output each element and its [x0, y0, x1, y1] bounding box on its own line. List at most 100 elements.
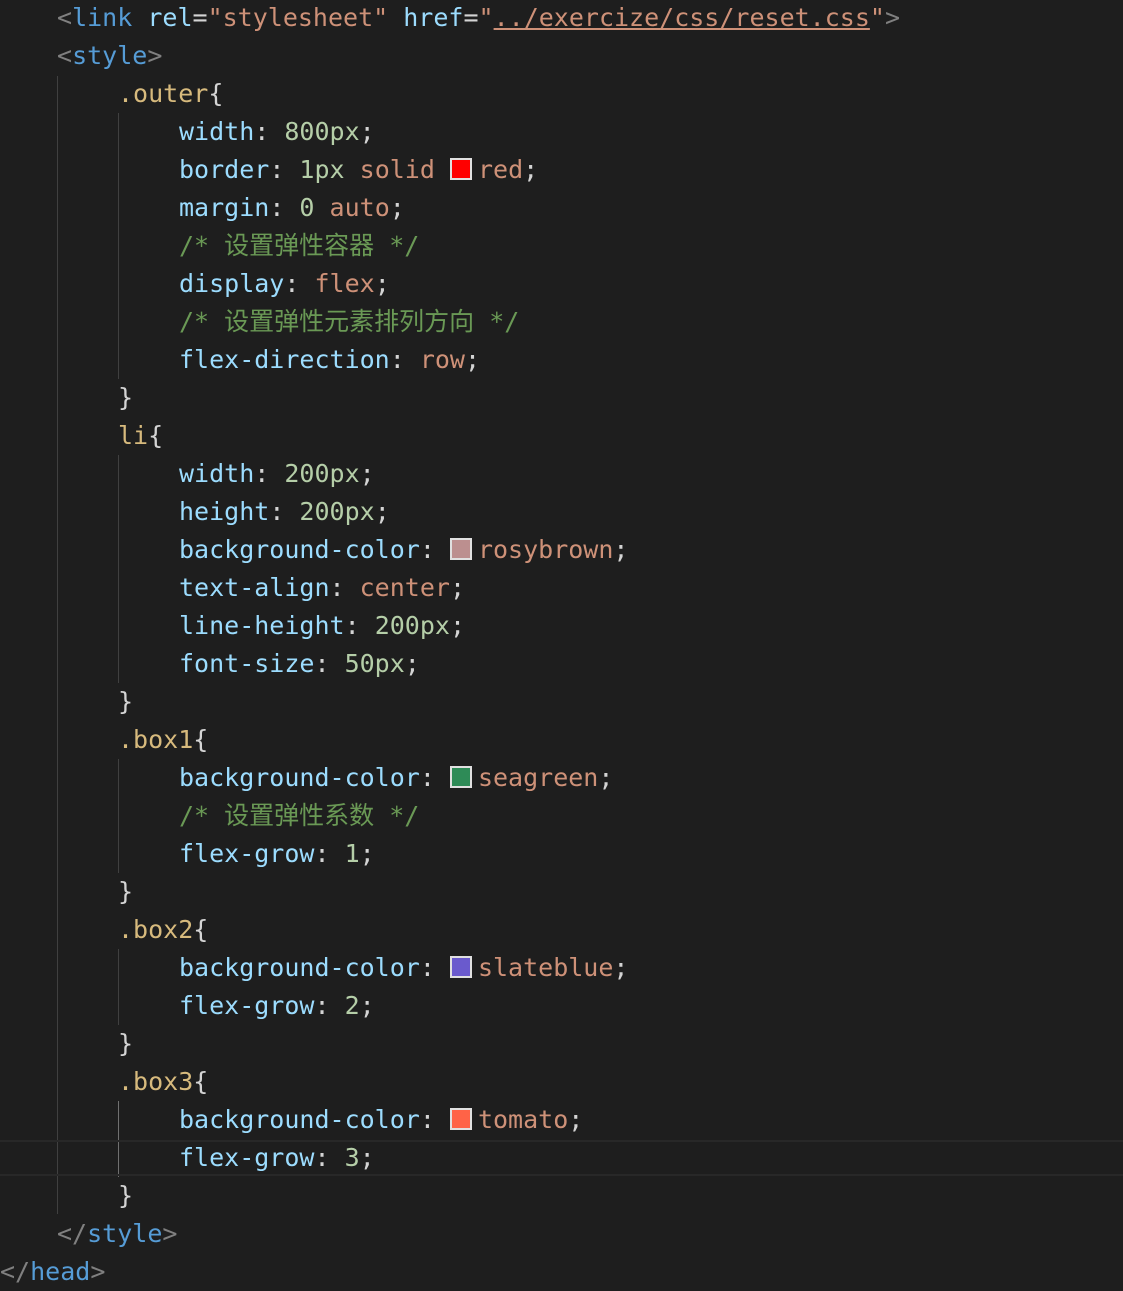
code-line[interactable]: flex-grow: 3;: [0, 1139, 1123, 1177]
code-line[interactable]: font-size: 50px;: [0, 645, 1123, 683]
code-line[interactable]: display: flex;: [0, 265, 1123, 303]
code-line[interactable]: }: [0, 1025, 1123, 1063]
code-line[interactable]: }: [0, 873, 1123, 911]
code-token: rosybrown: [477, 535, 614, 564]
code-line[interactable]: width: 200px;: [0, 455, 1123, 493]
code-token: >: [884, 3, 901, 32]
code-token: display: [179, 269, 285, 298]
code-token: width: [179, 459, 255, 488]
code-line[interactable]: }: [0, 683, 1123, 721]
code-token: seagreen: [477, 763, 599, 792]
code-line[interactable]: /* 设置弹性元素排列方向 */: [0, 303, 1123, 341]
code-line[interactable]: }: [0, 1177, 1123, 1215]
code-line[interactable]: border: 1px solid red;: [0, 151, 1123, 189]
code-line[interactable]: background-color: rosybrown;: [0, 531, 1123, 569]
code-line[interactable]: height: 200px;: [0, 493, 1123, 531]
code-token: ;: [613, 953, 629, 982]
code-token: ;: [449, 611, 466, 640]
code-token: :: [314, 1143, 345, 1172]
code-token: style: [87, 1219, 163, 1248]
code-token: red: [477, 155, 524, 184]
code-token: :: [269, 497, 300, 526]
code-token: :: [254, 459, 285, 488]
code-line[interactable]: background-color: seagreen;: [0, 759, 1123, 797]
code-token: :: [329, 573, 360, 602]
color-swatch[interactable]: [449, 766, 472, 788]
code-line[interactable]: li{: [0, 417, 1123, 455]
code-token: 50px: [344, 649, 405, 678]
code-token: ;: [404, 649, 420, 678]
code-line[interactable]: flex-grow: 1;: [0, 835, 1123, 873]
code-token: font-size: [179, 649, 315, 678]
code-token: slateblue: [477, 953, 614, 982]
code-line[interactable]: </style>: [0, 1215, 1123, 1253]
code-token: flex: [314, 269, 375, 298]
code-token: }: [118, 383, 134, 412]
code-line[interactable]: flex-direction: row;: [0, 341, 1123, 379]
code-token: li: [118, 421, 149, 450]
code-line[interactable]: <style>: [0, 37, 1123, 75]
code-token: ;: [464, 345, 481, 374]
code-token: 3: [344, 1143, 360, 1172]
code-token: style: [72, 41, 148, 70]
code-token: :: [344, 611, 375, 640]
code-token: }: [118, 1181, 134, 1210]
code-token: ;: [359, 459, 375, 488]
code-token: <: [57, 3, 73, 32]
code-token: :: [419, 953, 450, 982]
code-token: :: [284, 269, 315, 298]
code-token: flex-grow: [179, 839, 315, 868]
code-token: 200px: [299, 497, 375, 526]
code-token: flex-direction: [179, 345, 390, 374]
code-token: flex-grow: [179, 991, 315, 1020]
code-line[interactable]: background-color: slateblue;: [0, 949, 1123, 987]
code-token: :: [419, 1105, 450, 1134]
code-line[interactable]: flex-grow: 2;: [0, 987, 1123, 1025]
code-token: ;: [374, 269, 390, 298]
code-line[interactable]: </head>: [0, 1253, 1123, 1291]
code-token: center: [359, 573, 450, 602]
code-token: ;: [359, 1143, 375, 1172]
code-token: <: [57, 41, 73, 70]
code-token: .box3: [118, 1067, 194, 1096]
code-token: =: [463, 3, 479, 32]
code-line[interactable]: line-height: 200px;: [0, 607, 1123, 645]
code-token: background-color: [179, 763, 420, 792]
code-line[interactable]: margin: 0 auto;: [0, 189, 1123, 227]
code-line[interactable]: /* 设置弹性系数 */: [0, 797, 1123, 835]
code-line[interactable]: .box1{: [0, 721, 1123, 759]
color-swatch[interactable]: [449, 1108, 472, 1130]
code-line[interactable]: .box2{: [0, 911, 1123, 949]
code-line[interactable]: }: [0, 379, 1123, 417]
code-line[interactable]: .box3{: [0, 1063, 1123, 1101]
code-line[interactable]: <link rel="stylesheet" href="../exercize…: [0, 0, 1123, 37]
code-token: /* 设置弹性容器 */: [179, 231, 420, 260]
color-swatch[interactable]: [449, 956, 472, 978]
code-line[interactable]: .outer{: [0, 75, 1123, 113]
color-swatch[interactable]: [449, 538, 472, 560]
code-line[interactable]: text-align: center;: [0, 569, 1123, 607]
code-token: :: [314, 839, 345, 868]
code-token: 2: [344, 991, 360, 1020]
code-token: }: [118, 1029, 134, 1058]
code-token: ;: [359, 117, 375, 146]
code-token: ../exercize/css/reset.css: [493, 3, 870, 32]
code-token: /* 设置弹性系数 */: [179, 801, 420, 830]
code-token: {: [193, 1067, 209, 1096]
code-token: ;: [449, 573, 465, 602]
code-line[interactable]: /* 设置弹性容器 */: [0, 227, 1123, 265]
code-token: 1: [344, 839, 360, 868]
code-token: :: [389, 345, 420, 374]
code-token: :: [419, 535, 450, 564]
code-token: 800px: [284, 117, 360, 146]
code-token: auto: [329, 193, 390, 222]
code-line[interactable]: width: 800px;: [0, 113, 1123, 151]
color-swatch[interactable]: [449, 158, 472, 180]
code-editor[interactable]: <link rel="stylesheet" href="../exercize…: [0, 0, 1123, 1286]
code-token: 1px: [299, 155, 345, 184]
code-line[interactable]: background-color: tomato;: [0, 1101, 1123, 1139]
